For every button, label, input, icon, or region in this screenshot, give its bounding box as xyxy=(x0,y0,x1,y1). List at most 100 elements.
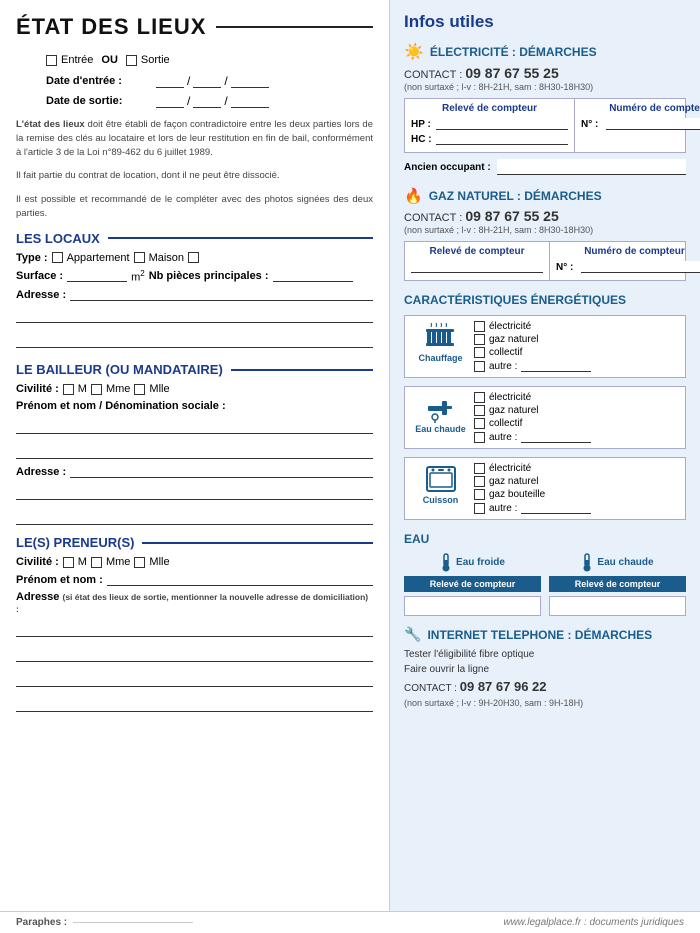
carac-section: CARACTÉRISTIQUES ÉNERGÉTIQUES xyxy=(404,293,686,520)
bailleur-m-checkbox[interactable] xyxy=(63,384,74,395)
entree-label: Entrée xyxy=(61,54,93,66)
les-locaux-line xyxy=(108,237,373,239)
bailleur-mme-checkbox[interactable] xyxy=(91,384,102,395)
adresse-locaux-input1[interactable] xyxy=(70,288,373,301)
cuisson-autre-checkbox[interactable] xyxy=(474,503,485,514)
appartement-label[interactable]: Appartement xyxy=(52,252,130,264)
sortie-checkbox[interactable] xyxy=(126,55,137,66)
eauchaude-elec-row: électricité xyxy=(474,392,677,403)
date-entree-input[interactable]: / / xyxy=(156,74,269,88)
preneur-m-checkbox[interactable] xyxy=(63,557,74,568)
internet-contact-label: CONTACT : xyxy=(404,683,457,694)
hc-input[interactable] xyxy=(436,133,568,145)
eau-froide-col: Eau froide Relevé de compteur xyxy=(404,552,541,616)
eau-chaude-col: Eau chaude Relevé de compteur xyxy=(549,552,686,616)
internet-contact-label-row: CONTACT : 09 87 67 96 22 xyxy=(404,677,686,697)
cuisson-autre-input[interactable] xyxy=(521,502,591,514)
eau-chaude-icon-area: Eau chaude xyxy=(413,392,468,434)
bailleur-prenom-input2[interactable] xyxy=(16,446,373,459)
bailleur-mlle-checkbox[interactable] xyxy=(134,384,145,395)
chauffage-elec-checkbox[interactable] xyxy=(474,321,485,332)
preneur-m-label[interactable]: M xyxy=(63,556,87,568)
left-panel: ÉTAT DES LIEUX Entrée OU Sortie Date d'e… xyxy=(0,0,390,911)
cuisson-bouteille-checkbox[interactable] xyxy=(474,489,485,500)
preneur-adresse-input1[interactable] xyxy=(16,624,373,637)
eauchaude-elec-checkbox[interactable] xyxy=(474,392,485,403)
preneur-adresse-input4[interactable] xyxy=(16,699,373,712)
elec-contact-note: (non surtaxé ; l-v : 8H-21H, sam : 8H30-… xyxy=(404,82,686,92)
preneur-adresse-input2[interactable] xyxy=(16,649,373,662)
date-entree-day[interactable] xyxy=(156,75,184,88)
maison-label[interactable]: Maison xyxy=(134,252,184,264)
bailleur-mlle-label[interactable]: Mlle xyxy=(134,383,169,395)
bailleur-adresse-input1[interactable] xyxy=(70,465,373,478)
ancien-occupant-input[interactable] xyxy=(497,159,686,175)
eauchaude-autre-checkbox[interactable] xyxy=(474,432,485,443)
type-row: Type : Appartement Maison xyxy=(16,252,373,264)
appartement-checkbox[interactable] xyxy=(52,252,63,263)
entree-checkbox-label[interactable]: Entrée xyxy=(46,54,93,66)
date-sortie-year[interactable] xyxy=(231,95,269,108)
hc-row: HC : xyxy=(411,133,568,145)
infos-utiles-title: Infos utiles xyxy=(404,12,686,32)
eauchaude-autre-input[interactable] xyxy=(521,431,591,443)
preneur-mlle-checkbox[interactable] xyxy=(134,557,145,568)
nb-pieces-input[interactable] xyxy=(273,269,353,282)
oven-icon xyxy=(425,463,457,495)
chauffage-autre-input[interactable] xyxy=(521,360,591,372)
internet-contact-number: 09 87 67 96 22 xyxy=(460,679,547,694)
eauchaude-coll-checkbox[interactable] xyxy=(474,418,485,429)
gaz-meter-table: Relevé de compteur Numéro de compteur N°… xyxy=(404,241,686,281)
cuisson-options: électricité gaz naturel gaz bouteille au… xyxy=(468,463,677,514)
chauffage-gaz-row: gaz naturel xyxy=(474,334,677,345)
eau-chaude-field[interactable] xyxy=(549,596,686,616)
bailleur-adresse-input3[interactable] xyxy=(16,512,373,525)
gaz-releve-input[interactable] xyxy=(411,261,543,273)
date-entree-year[interactable] xyxy=(231,75,269,88)
eauchaude-gaz-checkbox[interactable] xyxy=(474,405,485,416)
sortie-checkbox-label[interactable]: Sortie xyxy=(126,54,170,66)
bailleur-mme-label[interactable]: Mme xyxy=(91,383,130,395)
main-title: ÉTAT DES LIEUX xyxy=(16,14,373,40)
eauchaude-autre-row: autre : xyxy=(474,431,677,443)
elec-releve-col: Relevé de compteur HP : HC : xyxy=(405,99,575,152)
preneur-mme-checkbox[interactable] xyxy=(91,557,102,568)
date-sortie-day[interactable] xyxy=(156,95,184,108)
chauffage-gaz-checkbox[interactable] xyxy=(474,334,485,345)
preneur-prenom-input[interactable] xyxy=(107,573,373,586)
cuisson-gaz-row: gaz naturel xyxy=(474,476,677,487)
date-entree-month[interactable] xyxy=(193,75,221,88)
gaz-contact-line: CONTACT : 09 87 67 55 25 xyxy=(404,208,686,224)
elec-n-input[interactable] xyxy=(606,118,700,130)
entree-checkbox[interactable] xyxy=(46,55,57,66)
other-type-checkbox[interactable] xyxy=(188,252,199,263)
preneur-adresse-label: Adresse (si état des lieux de sortie, me… xyxy=(16,591,373,615)
cuisson-bouteille-row: gaz bouteille xyxy=(474,489,677,500)
preneur-mme-label[interactable]: Mme xyxy=(91,556,130,568)
preneur-mlle-label[interactable]: Mlle xyxy=(134,556,169,568)
cuisson-gaz-checkbox[interactable] xyxy=(474,476,485,487)
date-sortie-input[interactable]: / / xyxy=(156,94,269,108)
chauffage-coll-checkbox[interactable] xyxy=(474,347,485,358)
hp-input[interactable] xyxy=(436,118,568,130)
surface-input[interactable] xyxy=(67,269,127,282)
cuisson-elec-checkbox[interactable] xyxy=(474,463,485,474)
footer: Paraphes : www.legalplace.fr : documents… xyxy=(0,911,700,933)
date-sortie-month[interactable] xyxy=(193,95,221,108)
thermometer-froide-icon xyxy=(440,552,452,572)
bailleur-civilite-label: Civilité : xyxy=(16,383,59,395)
bailleur-m-label[interactable]: M xyxy=(63,383,87,395)
surface-row: Surface : m2 Nb pièces principales : xyxy=(16,269,373,284)
radiator-icon xyxy=(425,321,457,353)
gaz-releve-col: Relevé de compteur xyxy=(405,242,550,280)
eau-froide-field[interactable] xyxy=(404,596,541,616)
bailleur-prenom-input[interactable] xyxy=(16,421,373,434)
maison-checkbox[interactable] xyxy=(134,252,145,263)
bailleur-adresse-input2[interactable] xyxy=(16,487,373,500)
preneur-adresse-input3[interactable] xyxy=(16,674,373,687)
adresse-locaux-input2[interactable] xyxy=(16,310,373,323)
chauffage-autre-checkbox[interactable] xyxy=(474,361,485,372)
adresse-locaux-input3[interactable] xyxy=(16,335,373,348)
tap-icon xyxy=(425,392,457,424)
gaz-n-input[interactable] xyxy=(581,261,700,273)
